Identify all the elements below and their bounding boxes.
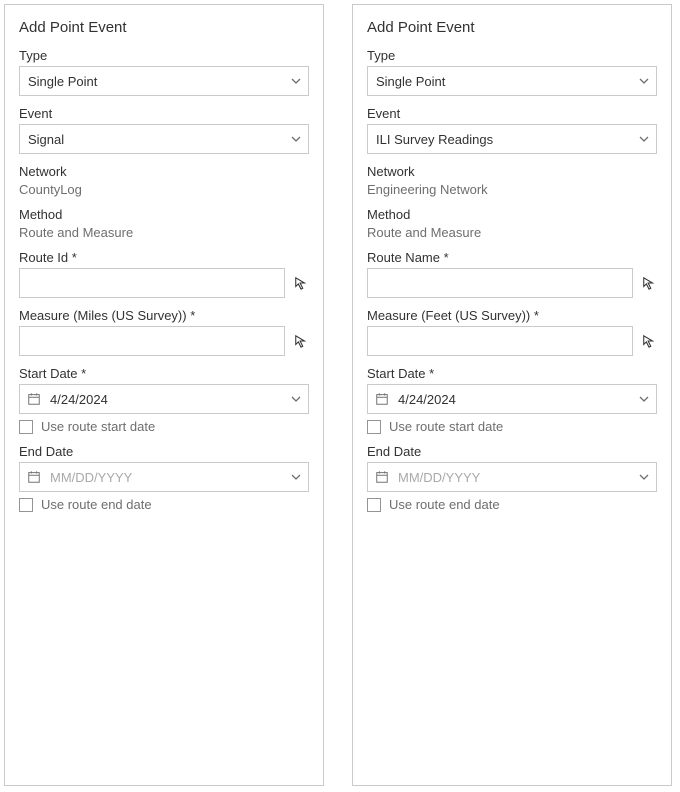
add-point-event-panel-right: Add Point Event Type Event Network Engin… xyxy=(352,4,672,786)
method-field: Method Route and Measure xyxy=(19,207,309,240)
measure-label: Measure (Miles (US Survey)) * xyxy=(19,308,309,323)
type-select-wrap xyxy=(19,66,309,96)
network-value: CountyLog xyxy=(19,182,309,197)
end-date-checkbox-row: Use route end date xyxy=(19,497,309,512)
panel-title: Add Point Event xyxy=(19,19,309,36)
route-input[interactable] xyxy=(367,268,633,298)
network-value: Engineering Network xyxy=(367,182,657,197)
measure-input-row xyxy=(367,326,657,356)
event-label: Event xyxy=(19,106,309,121)
route-field: Route Id * xyxy=(19,250,309,298)
start-date-label: Start Date * xyxy=(19,366,309,381)
start-date-field: Start Date * Use route start date xyxy=(19,366,309,434)
event-select[interactable] xyxy=(19,124,309,154)
route-field: Route Name * xyxy=(367,250,657,298)
start-date-checkbox-row: Use route start date xyxy=(19,419,309,434)
end-date-input[interactable] xyxy=(367,462,657,492)
type-select-wrap xyxy=(367,66,657,96)
event-field: Event xyxy=(19,106,309,154)
end-date-field: End Date Use route end date xyxy=(19,444,309,512)
method-field: Method Route and Measure xyxy=(367,207,657,240)
use-route-start-date-label[interactable]: Use route start date xyxy=(41,419,155,434)
route-label: Route Id * xyxy=(19,250,309,265)
use-route-start-date-label[interactable]: Use route start date xyxy=(389,419,503,434)
measure-input-row xyxy=(19,326,309,356)
use-route-end-date-label[interactable]: Use route end date xyxy=(389,497,500,512)
end-date-wrap xyxy=(19,462,309,492)
network-label: Network xyxy=(19,164,309,179)
type-select[interactable] xyxy=(19,66,309,96)
measure-input[interactable] xyxy=(367,326,633,356)
end-date-label: End Date xyxy=(367,444,657,459)
measure-field: Measure (Miles (US Survey)) * xyxy=(19,308,309,356)
event-select[interactable] xyxy=(367,124,657,154)
measure-label: Measure (Feet (US Survey)) * xyxy=(367,308,657,323)
end-date-input[interactable] xyxy=(19,462,309,492)
method-value: Route and Measure xyxy=(367,225,657,240)
event-field: Event xyxy=(367,106,657,154)
use-route-end-date-label[interactable]: Use route end date xyxy=(41,497,152,512)
end-date-wrap xyxy=(367,462,657,492)
route-input-row xyxy=(19,268,309,298)
use-route-end-date-checkbox[interactable] xyxy=(367,498,381,512)
event-select-wrap xyxy=(367,124,657,154)
measure-input[interactable] xyxy=(19,326,285,356)
use-route-start-date-checkbox[interactable] xyxy=(19,420,33,434)
panel-title: Add Point Event xyxy=(367,19,657,36)
network-field: Network Engineering Network xyxy=(367,164,657,197)
start-date-input[interactable] xyxy=(19,384,309,414)
type-field: Type xyxy=(19,48,309,96)
map-pick-cursor-icon[interactable] xyxy=(641,275,657,291)
start-date-field: Start Date * Use route start date xyxy=(367,366,657,434)
end-date-checkbox-row: Use route end date xyxy=(367,497,657,512)
map-pick-cursor-icon[interactable] xyxy=(293,333,309,349)
event-select-wrap xyxy=(19,124,309,154)
map-pick-cursor-icon[interactable] xyxy=(641,333,657,349)
route-label: Route Name * xyxy=(367,250,657,265)
type-label: Type xyxy=(19,48,309,63)
start-date-checkbox-row: Use route start date xyxy=(367,419,657,434)
use-route-end-date-checkbox[interactable] xyxy=(19,498,33,512)
method-label: Method xyxy=(19,207,309,222)
start-date-label: Start Date * xyxy=(367,366,657,381)
network-label: Network xyxy=(367,164,657,179)
start-date-wrap xyxy=(19,384,309,414)
measure-field: Measure (Feet (US Survey)) * xyxy=(367,308,657,356)
type-select[interactable] xyxy=(367,66,657,96)
method-label: Method xyxy=(367,207,657,222)
add-point-event-panel-left: Add Point Event Type Event Network Count… xyxy=(4,4,324,786)
use-route-start-date-checkbox[interactable] xyxy=(367,420,381,434)
end-date-label: End Date xyxy=(19,444,309,459)
network-field: Network CountyLog xyxy=(19,164,309,197)
route-input-row xyxy=(367,268,657,298)
type-field: Type xyxy=(367,48,657,96)
end-date-field: End Date Use route end date xyxy=(367,444,657,512)
start-date-wrap xyxy=(367,384,657,414)
event-label: Event xyxy=(367,106,657,121)
type-label: Type xyxy=(367,48,657,63)
method-value: Route and Measure xyxy=(19,225,309,240)
start-date-input[interactable] xyxy=(367,384,657,414)
route-input[interactable] xyxy=(19,268,285,298)
map-pick-cursor-icon[interactable] xyxy=(293,275,309,291)
